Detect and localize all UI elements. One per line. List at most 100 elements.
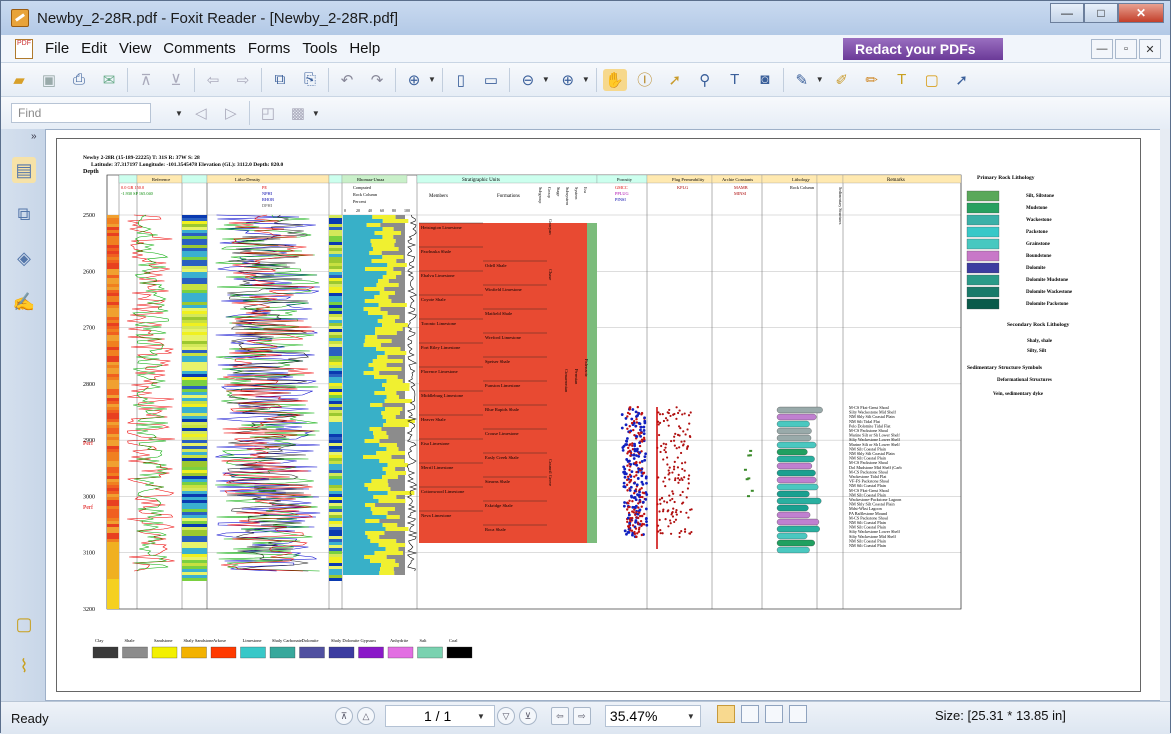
redo-icon[interactable]: ↷ [365,69,389,91]
porosity-point [628,460,631,463]
menu-comments[interactable]: Comments [163,40,236,57]
continuous-view-icon[interactable] [741,705,759,723]
layers-panel-icon[interactable]: ◈ [12,245,36,271]
next-page-button[interactable]: ▽ [497,707,515,725]
save-icon[interactable]: ▣ [37,69,61,91]
open-icon[interactable]: ▰ [7,69,31,91]
pattern-icon[interactable]: ▩ [286,102,310,124]
menu-tools[interactable]: Tools [302,40,337,57]
highlight-icon[interactable]: ✐ [830,69,854,91]
doc-restore-button[interactable]: ▫ [1115,39,1137,59]
last-page-icon[interactable]: ⊻ [164,69,188,91]
page-dropdown-icon[interactable]: ▼ [477,712,485,721]
zoom-tool-dropdown-icon[interactable]: ▼ [428,75,436,84]
back-view-button[interactable]: ⇦ [551,707,569,725]
menu-edit[interactable]: Edit [81,40,107,57]
doc-minimize-button[interactable]: — [1091,39,1113,59]
rhomaa-sand [386,515,399,519]
find-previous-icon[interactable]: ◁ [189,102,213,124]
zoom-out-icon[interactable]: ⊖ [516,69,540,91]
snapshot-icon[interactable]: ◙ [753,69,777,91]
porosity-point [631,506,634,509]
print-icon[interactable]: ⎙ [67,69,91,91]
select-arrow-icon[interactable]: ➚ [663,69,687,91]
close-button[interactable]: ✕ [1118,3,1164,23]
zoom-in-icon[interactable]: ⊕ [556,69,580,91]
pattern-dropdown-icon[interactable]: ▼ [312,109,320,118]
document-menu-icon[interactable]: PDF [15,39,33,59]
menu-help[interactable]: Help [349,40,380,57]
pencil-icon[interactable]: ✏ [860,69,884,91]
rhomaa-limestone [343,375,374,379]
porosity-point [643,429,646,432]
minimize-button[interactable]: — [1050,3,1084,23]
collapse-panel-icon[interactable]: » [31,131,37,142]
paste-icon[interactable]: ⎘ [298,69,322,91]
forward-view-button[interactable]: ⇨ [573,707,591,725]
porosity-point [631,470,634,473]
textbox-icon[interactable]: T [890,69,914,91]
bookmarks-panel-icon[interactable]: ▤ [12,157,36,183]
redact-banner-button[interactable]: Redact your PDFs [843,38,1003,60]
first-page-icon[interactable]: ⊼ [134,69,158,91]
perm-point [663,500,665,502]
arrow-tool-icon[interactable]: ➚ [950,69,974,91]
rhomaa-sand [373,359,403,363]
zoom-out-dropdown-icon[interactable]: ▼ [542,75,550,84]
first-page-button[interactable]: ⊼ [335,707,353,725]
lithology-cell [107,440,119,443]
comments-panel-icon[interactable]: ▢ [12,611,36,637]
rock-color-cell [329,296,342,299]
find-dropdown-icon[interactable]: ▼ [175,109,183,118]
copy-icon[interactable]: ⧉ [268,69,292,91]
forward-icon[interactable]: ⇨ [231,69,255,91]
undo-icon[interactable]: ↶ [335,69,359,91]
rhomaa-shale [393,235,405,239]
rhomaa-limestone [343,331,375,335]
vertical-scrollbar[interactable] [1160,129,1170,701]
rhomaa-sand [381,563,399,567]
member-label: Neva Limestone [421,513,451,518]
hand-tool-icon[interactable]: ✋ [603,69,627,91]
pages-panel-icon[interactable]: ⧉ [12,201,36,227]
email-icon[interactable]: ✉ [97,69,121,91]
rock-column-bed [777,533,807,539]
attachments-panel-icon[interactable]: ⌇ [12,653,36,679]
find-binoculars-icon[interactable]: ⚲ [693,69,717,91]
facing-view-icon[interactable] [765,705,783,723]
lithology-cell [107,242,119,245]
rotate-icon[interactable]: ◰ [256,102,280,124]
signatures-panel-icon[interactable]: ✍ [12,289,36,315]
zoom-dropdown-icon[interactable]: ▼ [687,712,695,721]
menu-view[interactable]: View [119,40,151,57]
single-page-view-icon[interactable] [717,705,735,723]
rock-column-bed [777,491,809,497]
fit-page-icon[interactable]: ▯ [449,69,473,91]
document-view[interactable]: Newby 2-28R (15-189-22225) T: 31S R: 37W… [45,129,1162,701]
maximize-button[interactable]: □ [1084,3,1118,23]
menu-file[interactable]: File [45,40,69,57]
porosity-point [641,534,643,536]
continuous-facing-view-icon[interactable] [789,705,807,723]
typewriter-icon[interactable]: T [723,69,747,91]
rock-color-cell [182,524,207,527]
back-icon[interactable]: ⇦ [201,69,225,91]
zoom-in-dropdown-icon[interactable]: ▼ [582,75,590,84]
doc-close-button[interactable]: ✕ [1139,39,1161,59]
select-text-icon[interactable]: Ⓘ [633,69,657,91]
note-icon[interactable]: ▢ [920,69,944,91]
prev-page-button[interactable]: △ [357,707,375,725]
last-page-button[interactable]: ⊻ [519,707,537,725]
rock-color-cell [329,281,342,284]
menu-forms[interactable]: Forms [248,40,291,57]
zoom-tool-icon[interactable]: ⊕ [402,69,426,91]
rhomaa-limestone [343,567,380,571]
fit-width-icon[interactable]: ▭ [479,69,503,91]
rhomaa-limestone [343,419,386,423]
annotation-icon[interactable]: ✎ [790,69,814,91]
porosity-point [635,464,638,467]
find-next-icon[interactable]: ▷ [219,102,243,124]
annotation-dropdown-icon[interactable]: ▼ [816,75,824,84]
rhomaa-shale [394,227,405,231]
find-input[interactable]: Find [11,103,151,123]
